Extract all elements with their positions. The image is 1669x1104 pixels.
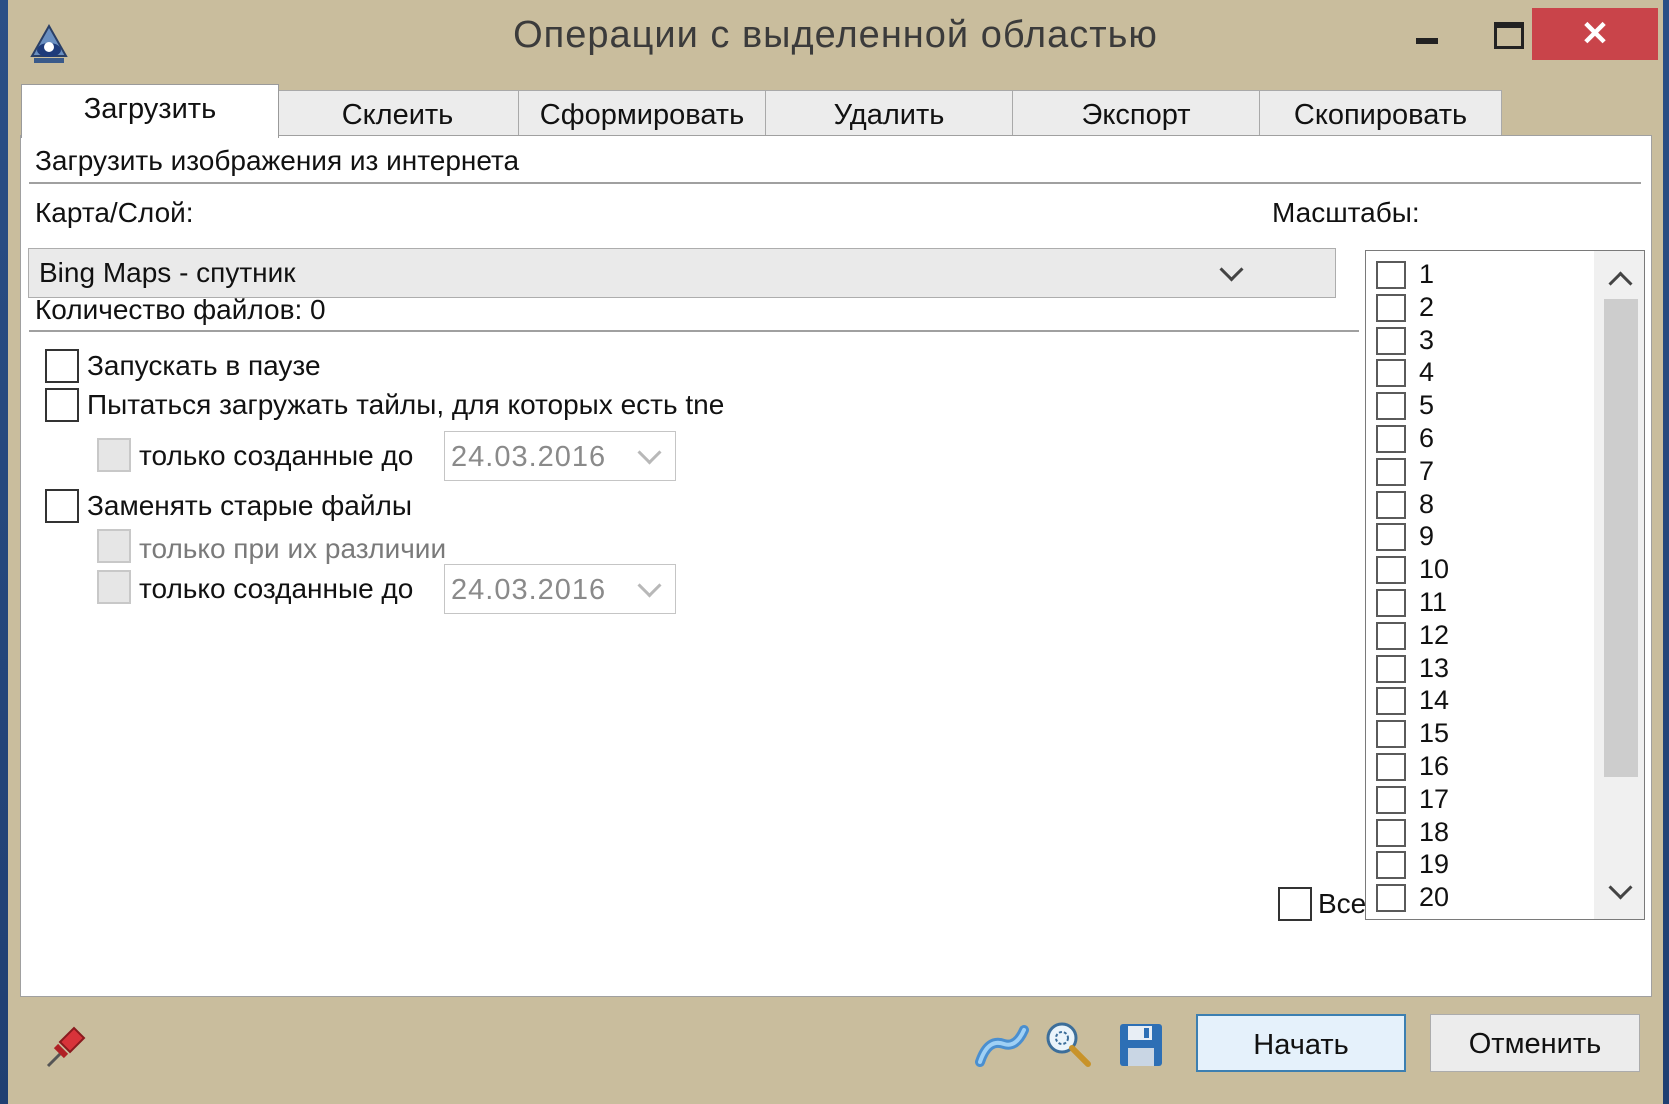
scale-label: 8	[1419, 488, 1435, 519]
scale-label: 2	[1419, 291, 1435, 322]
start-paused-checkbox[interactable]	[45, 349, 79, 383]
scale-checkbox[interactable]	[1376, 720, 1406, 749]
scale-label: 17	[1419, 783, 1450, 814]
tne-date-value: 24.03.2016	[451, 441, 607, 473]
scale-checkbox[interactable]	[1376, 457, 1406, 486]
scale-checkbox[interactable]	[1376, 884, 1406, 913]
divider	[29, 182, 1641, 184]
section-header: Загрузить изображения из интернета	[35, 145, 520, 176]
divider	[29, 330, 1359, 332]
scale-label: 14	[1419, 685, 1450, 716]
scale-label: 15	[1419, 718, 1450, 749]
chevron-down-icon	[637, 573, 662, 598]
map-layer-label: Карта/Слой:	[35, 197, 194, 228]
try-tne-checkbox[interactable]	[45, 388, 79, 422]
scale-label: 11	[1419, 587, 1448, 617]
scales-scrollbar[interactable]	[1594, 251, 1644, 919]
scroll-thumb[interactable]	[1604, 299, 1638, 777]
tab-export[interactable]: Экспорт	[1012, 90, 1260, 136]
tab-generate[interactable]: Сформировать	[518, 90, 766, 136]
only-if-different-checkbox[interactable]	[97, 529, 131, 563]
scale-label: 16	[1419, 751, 1450, 781]
tne-date-filter-checkbox[interactable]	[97, 438, 131, 472]
scale-label: 5	[1419, 390, 1435, 421]
scale-checkbox[interactable]	[1376, 753, 1406, 781]
chevron-down-icon	[637, 440, 662, 465]
scale-label: 20	[1419, 882, 1450, 913]
tab-copy[interactable]: Скопировать	[1259, 90, 1502, 136]
close-button[interactable]: ✕	[1532, 8, 1658, 60]
scale-label: 7	[1419, 455, 1435, 486]
scale-label: 19	[1419, 849, 1450, 880]
tab-stitch[interactable]: Склеить	[276, 90, 519, 136]
all-scales-checkbox[interactable]	[1278, 887, 1312, 921]
pin-icon[interactable]	[38, 1020, 94, 1074]
scale-checkbox[interactable]	[1376, 851, 1406, 880]
scale-checkbox[interactable]	[1376, 490, 1406, 519]
scale-label: 10	[1419, 554, 1450, 585]
minimize-button[interactable]	[1388, 8, 1462, 60]
scale-checkbox[interactable]	[1376, 523, 1406, 552]
scale-checkbox[interactable]	[1376, 261, 1406, 289]
start-button[interactable]: Начать	[1196, 1014, 1406, 1072]
try-tne-label: Пытаться загружать тайлы, для которых ес…	[87, 389, 725, 420]
scale-label: 6	[1419, 423, 1435, 453]
scale-checkbox[interactable]	[1376, 326, 1406, 355]
save-icon[interactable]	[1114, 1018, 1170, 1072]
only-if-different-label: только при их различии	[139, 533, 447, 564]
replace-date-filter-label: только созданные до	[139, 573, 414, 604]
scroll-down-icon[interactable]	[1608, 875, 1633, 900]
scroll-up-icon[interactable]	[1608, 271, 1633, 296]
replace-old-label: Заменять старые файлы	[87, 490, 412, 521]
scale-label: 3	[1419, 324, 1435, 355]
tab-delete[interactable]: Удалить	[765, 90, 1013, 136]
scale-checkbox[interactable]	[1376, 359, 1406, 388]
scale-label: 4	[1419, 357, 1435, 388]
file-count: Количество файлов: 0	[35, 294, 326, 325]
map-layer-value: Bing Maps - спутник	[39, 257, 296, 288]
replace-date-value: 24.03.2016	[451, 574, 607, 606]
scale-label: 18	[1419, 816, 1450, 847]
tne-date-filter-label: только созданные до	[139, 440, 414, 471]
scale-checkbox[interactable]	[1376, 654, 1406, 683]
scale-checkbox[interactable]	[1376, 621, 1406, 650]
tab-load[interactable]: Загрузить	[21, 84, 279, 138]
zoom-search-icon[interactable]	[1040, 1018, 1096, 1072]
scale-checkbox[interactable]	[1376, 392, 1406, 421]
cancel-button[interactable]: Отменить	[1430, 1014, 1640, 1072]
scale-checkbox[interactable]	[1376, 589, 1406, 617]
scale-checkbox[interactable]	[1376, 818, 1406, 847]
start-paused-label: Запускать в паузе	[87, 350, 321, 381]
scale-checkbox[interactable]	[1376, 687, 1406, 716]
scale-checkbox[interactable]	[1376, 425, 1406, 453]
title-bar[interactable]: Операции с выделенной областью ✕	[8, 0, 1663, 88]
all-scales-label: Все	[1318, 888, 1367, 919]
dialog-window: Операции с выделенной областью ✕ Загрузи…	[8, 0, 1663, 1104]
scales-list[interactable]: 1 2 3 4 5 6 7 8 9 10 11 12 13 14 15 16 17 18 19 20	[1365, 250, 1645, 920]
scale-checkbox[interactable]	[1376, 556, 1406, 585]
replace-date-picker[interactable]: 24.03.2016	[444, 564, 676, 614]
scales-label: Масштабы:	[1272, 197, 1420, 228]
replace-date-filter-checkbox[interactable]	[97, 570, 131, 604]
scale-label: 12	[1419, 619, 1450, 650]
scale-checkbox[interactable]	[1376, 293, 1406, 322]
replace-old-checkbox[interactable]	[45, 489, 79, 523]
map-layer-select[interactable]: Bing Maps - спутник	[28, 248, 1336, 298]
tne-date-picker[interactable]: 24.03.2016	[444, 431, 676, 481]
scale-label: 13	[1419, 652, 1450, 683]
scale-label: 9	[1419, 521, 1435, 552]
scale-checkbox[interactable]	[1376, 785, 1406, 814]
scale-label: 1	[1419, 259, 1435, 289]
map-link-icon[interactable]	[974, 1018, 1030, 1072]
chevron-down-icon	[1219, 257, 1244, 282]
